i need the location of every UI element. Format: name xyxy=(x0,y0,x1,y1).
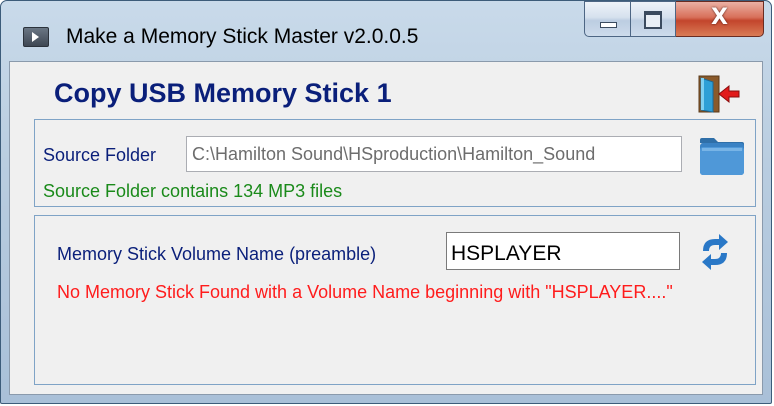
refresh-icon[interactable] xyxy=(697,231,733,273)
close-icon: X xyxy=(711,5,728,30)
minimize-button[interactable] xyxy=(584,1,631,37)
maximize-button[interactable] xyxy=(631,1,676,37)
source-status-text: Source Folder contains 134 MP3 files xyxy=(43,181,343,201)
minimize-icon xyxy=(600,22,617,28)
close-button[interactable]: X xyxy=(676,1,764,37)
app-icon[interactable] xyxy=(23,27,49,47)
folder-icon[interactable] xyxy=(697,135,747,177)
app-window: Make a Memory Stick Master v2.0.0.5 X Co… xyxy=(0,0,772,404)
client-area: Copy USB Memory Stick 1 Source Folder C:… xyxy=(9,61,763,395)
maximize-icon xyxy=(644,11,662,29)
memory-stick-group: Memory Stick Volume Name (preamble) No M… xyxy=(34,215,756,385)
exit-door-icon[interactable] xyxy=(697,74,741,114)
source-folder-group: Source Folder C:\Hamilton Sound\HSproduc… xyxy=(34,119,756,207)
page-title: Copy USB Memory Stick 1 xyxy=(54,78,392,108)
stick-error-message: No Memory Stick Found with a Volume Name… xyxy=(57,282,673,302)
title-bar[interactable]: Make a Memory Stick Master v2.0.0.5 X xyxy=(1,1,771,61)
caption-buttons: X xyxy=(584,1,764,39)
volume-name-label: Memory Stick Volume Name (preamble) xyxy=(57,244,377,264)
window-title: Make a Memory Stick Master v2.0.0.5 xyxy=(66,25,419,48)
source-folder-field[interactable]: C:\Hamilton Sound\HSproduction\Hamilton_… xyxy=(186,136,682,172)
volume-name-input[interactable] xyxy=(446,232,680,270)
source-folder-label: Source Folder xyxy=(43,145,157,165)
